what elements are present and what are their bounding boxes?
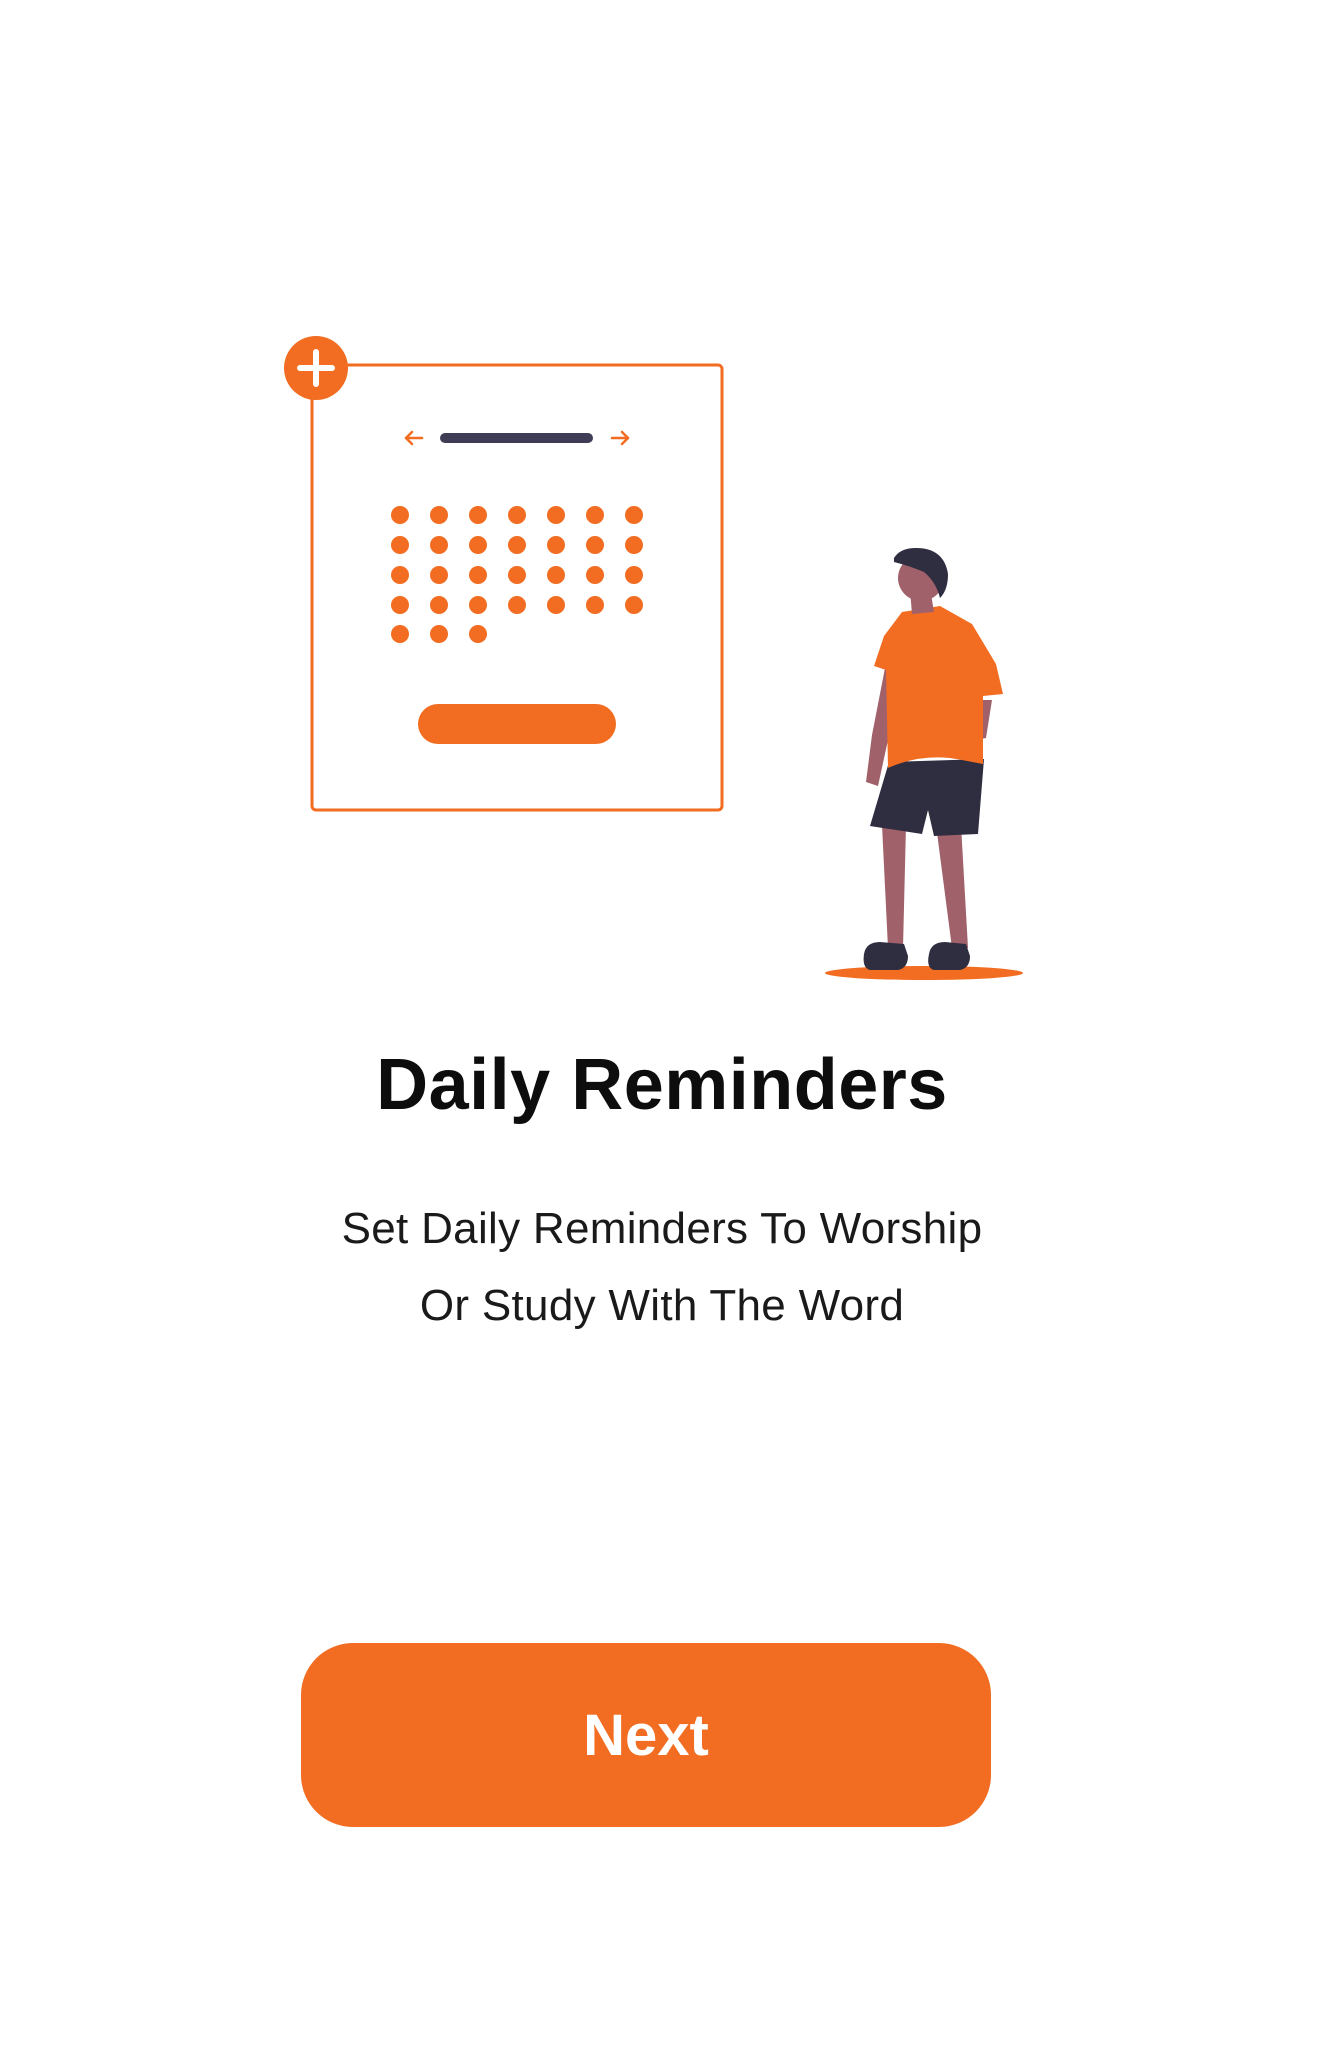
calendar-day-dot: [430, 596, 448, 614]
calendar-day-dot: [547, 506, 565, 524]
calendar-action-pill: [418, 704, 616, 744]
page-title: Daily Reminders: [376, 1045, 948, 1125]
plus-icon: [284, 336, 348, 400]
calendar-day-dot: [469, 625, 487, 643]
calendar-day-dot: [586, 596, 604, 614]
calendar-day-dot: [586, 506, 604, 524]
calendar-day-dot: [391, 566, 409, 584]
calendar-day-dot: [625, 536, 643, 554]
calendar-day-dot: [469, 566, 487, 584]
person-figure: [825, 548, 1023, 980]
page-subtitle: Set Daily Reminders To Worship Or Study …: [262, 1190, 1062, 1344]
calendar-day-dot: [625, 566, 643, 584]
calendar-day-dot: [469, 506, 487, 524]
calendar-day-dot: [391, 596, 409, 614]
next-button[interactable]: Next: [301, 1643, 991, 1827]
calendar-day-dot: [547, 536, 565, 554]
calendar-day-dot: [508, 506, 526, 524]
calendar-day-dot: [508, 566, 526, 584]
calendar-day-dot: [547, 596, 565, 614]
calendar-day-dot: [430, 506, 448, 524]
subtitle-line: Set Daily Reminders To Worship: [341, 1204, 983, 1253]
calendar-day-dot: [391, 506, 409, 524]
calendar-day-dot: [469, 596, 487, 614]
calendar-day-dot: [469, 536, 487, 554]
calendar-day-dot: [547, 566, 565, 584]
subtitle-line: Or Study With The Word: [419, 1281, 905, 1330]
calendar-day-dot: [430, 536, 448, 554]
calendar-day-dot: [586, 536, 604, 554]
calendar-day-dot: [625, 506, 643, 524]
calendar-illustration: [284, 336, 1023, 980]
calendar-day-dot: [625, 596, 643, 614]
calendar-day-dot: [430, 625, 448, 643]
calendar-day-dot: [430, 566, 448, 584]
calendar-day-dot: [391, 536, 409, 554]
calendar-day-dot: [508, 596, 526, 614]
month-header-bar: [440, 433, 593, 443]
calendar-day-dot: [508, 536, 526, 554]
calendar-day-dot: [586, 566, 604, 584]
calendar-day-dot: [391, 625, 409, 643]
person-shadow: [825, 966, 1023, 980]
